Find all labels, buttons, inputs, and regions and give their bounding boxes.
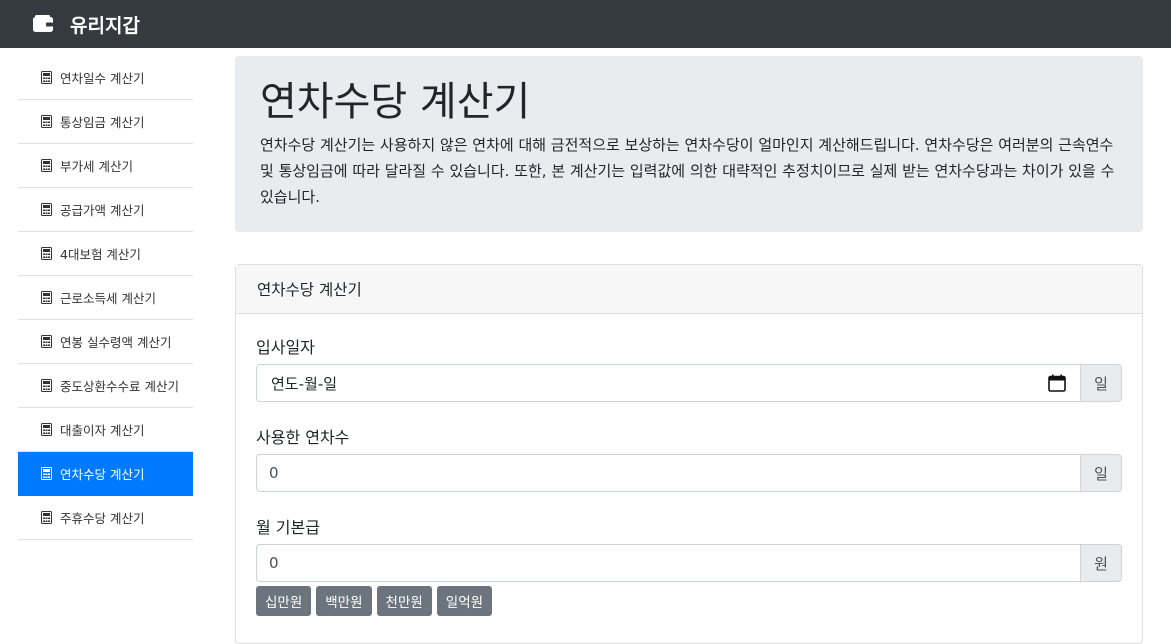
brand-title[interactable]: 유리지갑 bbox=[70, 11, 140, 38]
calculator-icon bbox=[41, 247, 52, 260]
sidebar-item-supply-value[interactable]: 공급가액 계산기 bbox=[18, 188, 193, 232]
page-description: 연차수당 계산기는 사용하지 않은 연차에 대해 금전적으로 보상하는 연차수당… bbox=[260, 136, 1115, 206]
used-leave-label: 사용한 연차수 bbox=[256, 428, 350, 447]
sidebar-item-annual-leave-days[interactable]: 연차일수 계산기 bbox=[18, 56, 193, 100]
sidebar-item-prepayment-fee[interactable]: 중도상환수수료 계산기 bbox=[18, 364, 193, 408]
join-date-label: 입사일자 bbox=[256, 338, 315, 357]
calculator-icon bbox=[41, 115, 52, 128]
add-10m-button[interactable]: 천만원 bbox=[376, 586, 432, 616]
join-date-placeholder: 연도-월-일 bbox=[271, 374, 338, 393]
calendar-icon[interactable] bbox=[1048, 374, 1066, 392]
sidebar-item-label: 4대보험 계산기 bbox=[60, 247, 141, 262]
used-leave-unit: 일 bbox=[1080, 454, 1122, 492]
sidebar-nav: 연차일수 계산기 통상임금 계산기 부가세 계산기 공급가액 계산기 4대보험 … bbox=[18, 56, 193, 540]
calculator-icon bbox=[41, 203, 52, 216]
sidebar-item-label: 부가세 계산기 bbox=[60, 159, 133, 174]
sidebar-item-label: 연차일수 계산기 bbox=[60, 71, 145, 86]
sidebar-item-ordinary-wage[interactable]: 통상임금 계산기 bbox=[18, 100, 193, 144]
calculator-icon bbox=[41, 467, 52, 480]
used-leave-input[interactable] bbox=[256, 454, 1080, 492]
calculator-card: 연차수당 계산기 입사일자 연도-월-일 일 사용한 연차수 일 월 기본급 원 bbox=[235, 264, 1143, 644]
calculator-icon bbox=[41, 379, 52, 392]
base-salary-input[interactable] bbox=[256, 544, 1080, 582]
intro-jumbotron: 연차수당 계산기 연차수당 계산기는 사용하지 않은 연차에 대해 금전적으로 … bbox=[235, 56, 1143, 232]
sidebar-item-loan-interest[interactable]: 대출이자 계산기 bbox=[18, 408, 193, 452]
calculator-icon bbox=[41, 71, 52, 84]
sidebar-item-vat[interactable]: 부가세 계산기 bbox=[18, 144, 193, 188]
sidebar-item-income-tax[interactable]: 근로소득세 계산기 bbox=[18, 276, 193, 320]
sidebar-item-label: 연차수당 계산기 bbox=[60, 467, 145, 482]
join-date-group: 연도-월-일 일 bbox=[256, 364, 1122, 402]
quick-amount-buttons: 십만원 백만원 천만원 일억원 bbox=[256, 586, 1122, 616]
page-title: 연차수당 계산기 bbox=[260, 79, 531, 125]
used-leave-group: 일 bbox=[256, 454, 1122, 492]
sidebar-item-label: 대출이자 계산기 bbox=[60, 423, 145, 438]
base-salary-group: 원 bbox=[256, 544, 1122, 582]
sidebar-item-social-insurance[interactable]: 4대보험 계산기 bbox=[18, 232, 193, 276]
add-100m-button[interactable]: 일억원 bbox=[436, 586, 493, 616]
base-salary-label: 월 기본급 bbox=[256, 518, 320, 537]
add-1m-button[interactable]: 백만원 bbox=[316, 586, 372, 616]
join-date-unit: 일 bbox=[1080, 364, 1122, 402]
card-header: 연차수당 계산기 bbox=[236, 265, 1142, 314]
sidebar-item-label: 중도상환수수료 계산기 bbox=[60, 379, 179, 394]
calculator-icon bbox=[41, 335, 52, 348]
base-salary-unit: 원 bbox=[1080, 544, 1122, 582]
sidebar-item-label: 통상임금 계산기 bbox=[60, 115, 145, 130]
card-body: 입사일자 연도-월-일 일 사용한 연차수 일 월 기본급 원 bbox=[236, 314, 1142, 616]
sidebar-item-annual-leave-pay[interactable]: 연차수당 계산기 bbox=[18, 452, 193, 496]
sidebar-item-label: 연봉 실수령액 계산기 bbox=[60, 335, 172, 350]
sidebar-item-weekly-holiday-pay[interactable]: 주휴수당 계산기 bbox=[18, 496, 193, 540]
sidebar-item-label: 근로소득세 계산기 bbox=[60, 291, 156, 306]
calculator-icon bbox=[41, 423, 52, 436]
calculator-icon bbox=[41, 511, 52, 524]
sidebar-item-label: 공급가액 계산기 bbox=[60, 203, 145, 218]
calculator-icon bbox=[41, 291, 52, 304]
join-date-input[interactable]: 연도-월-일 bbox=[256, 364, 1080, 402]
sidebar-item-net-salary[interactable]: 연봉 실수령액 계산기 bbox=[18, 320, 193, 364]
calculator-icon bbox=[41, 159, 52, 172]
top-navbar: 유리지갑 bbox=[0, 0, 1171, 48]
wallet-icon bbox=[33, 15, 53, 32]
sidebar-item-label: 주휴수당 계산기 bbox=[60, 511, 145, 526]
add-100k-button[interactable]: 십만원 bbox=[256, 586, 312, 616]
